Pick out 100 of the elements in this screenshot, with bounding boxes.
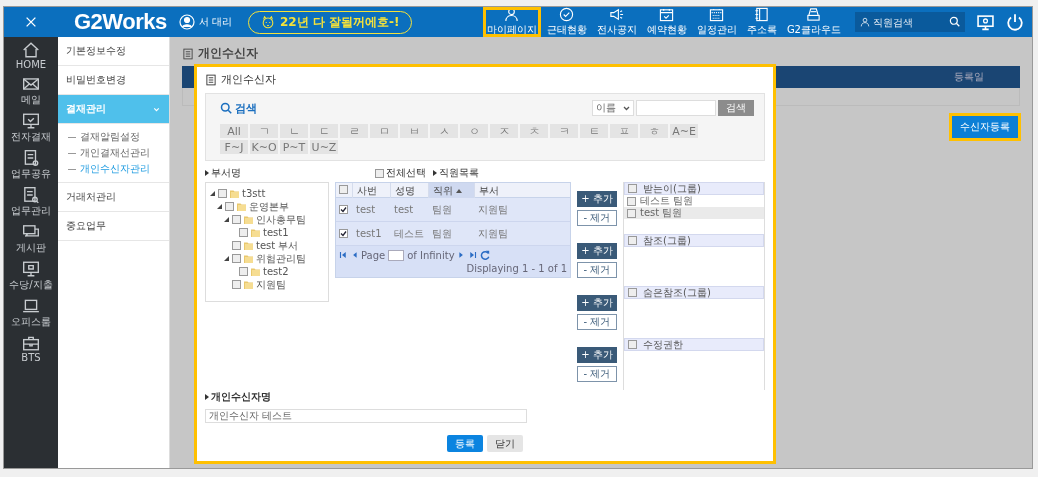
letter-filter-button[interactable]: A~E (670, 124, 698, 138)
checkbox[interactable] (628, 236, 637, 245)
checkbox[interactable] (218, 189, 227, 198)
add-recipient-button[interactable]: 수신자등록 (952, 116, 1018, 138)
nav-item[interactable]: 마이페이지 (482, 7, 541, 37)
tree-node-label[interactable]: 인사총무팀 (256, 212, 306, 227)
expand-arrow-icon[interactable] (216, 204, 222, 209)
remove-button[interactable]: - 제거 (577, 313, 617, 330)
letter-filter-button[interactable]: All (220, 124, 248, 138)
expand-arrow-icon[interactable] (223, 256, 229, 261)
tree-node-label[interactable]: 운영본부 (249, 199, 289, 214)
sidebar-subitem[interactable]: 개인결재선관리 (68, 145, 150, 161)
nav-item[interactable]: 예약현황 (642, 7, 691, 37)
add-button[interactable]: + 추가 (577, 346, 617, 363)
checkbox[interactable] (339, 185, 348, 194)
remove-button[interactable]: - 제거 (577, 261, 617, 278)
sidebar-subitem[interactable]: 결재알림설정 (68, 129, 140, 145)
checkbox[interactable] (239, 267, 248, 276)
tree-node-label[interactable]: test1 (263, 227, 289, 238)
next-page-icon (457, 249, 465, 261)
tree-node-label[interactable]: test2 (263, 266, 289, 277)
checkbox[interactable] (627, 208, 636, 218)
select-all-checkbox[interactable] (375, 168, 384, 178)
add-button[interactable]: + 추가 (577, 294, 617, 311)
nav-item[interactable]: 전사공지 (592, 7, 641, 37)
list-item[interactable]: 테스트 팀원 (624, 195, 764, 207)
page-input[interactable] (388, 249, 405, 261)
checkbox[interactable] (232, 215, 241, 224)
letter-filter-button[interactable]: ㅇ (460, 124, 488, 138)
rail-item[interactable]: 메일 (21, 75, 41, 107)
list-item[interactable]: test 팀원 (624, 207, 764, 219)
register-button[interactable]: 등록 (447, 435, 483, 452)
nav-item[interactable]: 일정관리 (692, 7, 741, 37)
letter-filter-button[interactable]: ㄴ (280, 124, 308, 138)
monitor-icon (22, 260, 40, 278)
search-input[interactable] (636, 100, 716, 116)
checkbox[interactable] (628, 340, 637, 349)
dialog-title: 개인수신자 (221, 72, 276, 87)
letter-filter-button[interactable]: K~O (250, 140, 278, 154)
nav-item[interactable]: 주소록 (742, 7, 781, 37)
letter-filter-button[interactable]: U~Z (310, 140, 338, 154)
expand-arrow-icon[interactable] (209, 191, 215, 196)
letter-filter-button[interactable]: ㄱ (250, 124, 278, 138)
tree-node-label[interactable]: test 부서 (256, 238, 299, 253)
letter-filter-button[interactable]: ㅍ (610, 124, 638, 138)
field-select[interactable]: 이름 (592, 100, 634, 116)
letter-filter-button[interactable]: P~T (280, 140, 308, 154)
select-all-label[interactable]: 전체선택 (386, 166, 426, 180)
briefcase-icon (22, 334, 40, 352)
sidebar-subitem[interactable]: 개인수신자관리 (68, 161, 150, 177)
page-count-label: of Infinity (407, 249, 455, 261)
rail-item[interactable]: 업무공유 (11, 149, 51, 181)
checkbox[interactable] (628, 288, 637, 297)
close-button[interactable]: 닫기 (487, 435, 523, 452)
remove-button[interactable]: - 제거 (577, 365, 617, 382)
table-cell-text: test (355, 204, 377, 215)
letter-filter-button[interactable]: ㅂ (400, 124, 428, 138)
checkbox[interactable] (239, 228, 248, 237)
checkbox[interactable] (232, 280, 241, 289)
rail-item[interactable]: 수당/지출 (9, 260, 53, 292)
nav-item[interactable]: G2클라우드 (782, 7, 845, 37)
name-input[interactable]: 개인수신자 테스트 (205, 409, 527, 423)
checkbox[interactable] (225, 202, 234, 211)
add-button[interactable]: + 추가 (577, 242, 617, 259)
letter-filter-button[interactable]: ㄷ (310, 124, 338, 138)
rail-item[interactable]: 오피스룸 (11, 297, 51, 329)
letter-filter-button[interactable]: ㅎ (640, 124, 668, 138)
megaphone-icon (609, 7, 625, 22)
letter-filter-button[interactable]: F~J (220, 140, 248, 154)
nav-item[interactable]: 근태현황 (542, 7, 591, 37)
column-header[interactable]: 직위 (428, 183, 474, 198)
add-button[interactable]: + 추가 (577, 190, 617, 207)
rail-item[interactable]: HOME (15, 41, 47, 70)
letter-filter-button[interactable]: ㄹ (340, 124, 368, 138)
rail-item[interactable]: 업무관리 (11, 186, 51, 218)
checkbox[interactable] (628, 184, 637, 193)
search-field[interactable]: 직원검색 (855, 12, 965, 32)
rail-item[interactable]: 게시판 (16, 223, 46, 255)
tree-node-label[interactable]: 위험관리팀 (256, 251, 306, 266)
letter-filter-button[interactable]: ㅋ (550, 124, 578, 138)
folder-icon (244, 280, 253, 289)
tree-node-label[interactable]: 지원팀 (256, 277, 286, 292)
letter-filter-button[interactable]: ㅈ (490, 124, 518, 138)
letter-filter-button[interactable]: ㅅ (430, 124, 458, 138)
rail-item[interactable]: 전자결재 (11, 112, 51, 144)
checkbox[interactable] (627, 196, 636, 206)
tree-node-label[interactable]: t3stt (242, 188, 266, 199)
letter-filter-button[interactable]: ㅁ (370, 124, 398, 138)
checkbox[interactable] (339, 205, 348, 214)
logo[interactable]: G2Works (74, 9, 167, 35)
checkbox[interactable] (232, 241, 241, 250)
remove-button[interactable]: - 제거 (577, 209, 617, 226)
calendar-check-icon (659, 7, 675, 22)
letter-filter-button[interactable]: ㅊ (520, 124, 548, 138)
rail-item[interactable]: BTS (21, 334, 41, 363)
checkbox[interactable] (232, 254, 241, 263)
checkbox[interactable] (339, 229, 348, 238)
expand-arrow-icon[interactable] (223, 217, 229, 222)
search-button[interactable]: 검색 (718, 100, 754, 116)
letter-filter-button[interactable]: ㅌ (580, 124, 608, 138)
